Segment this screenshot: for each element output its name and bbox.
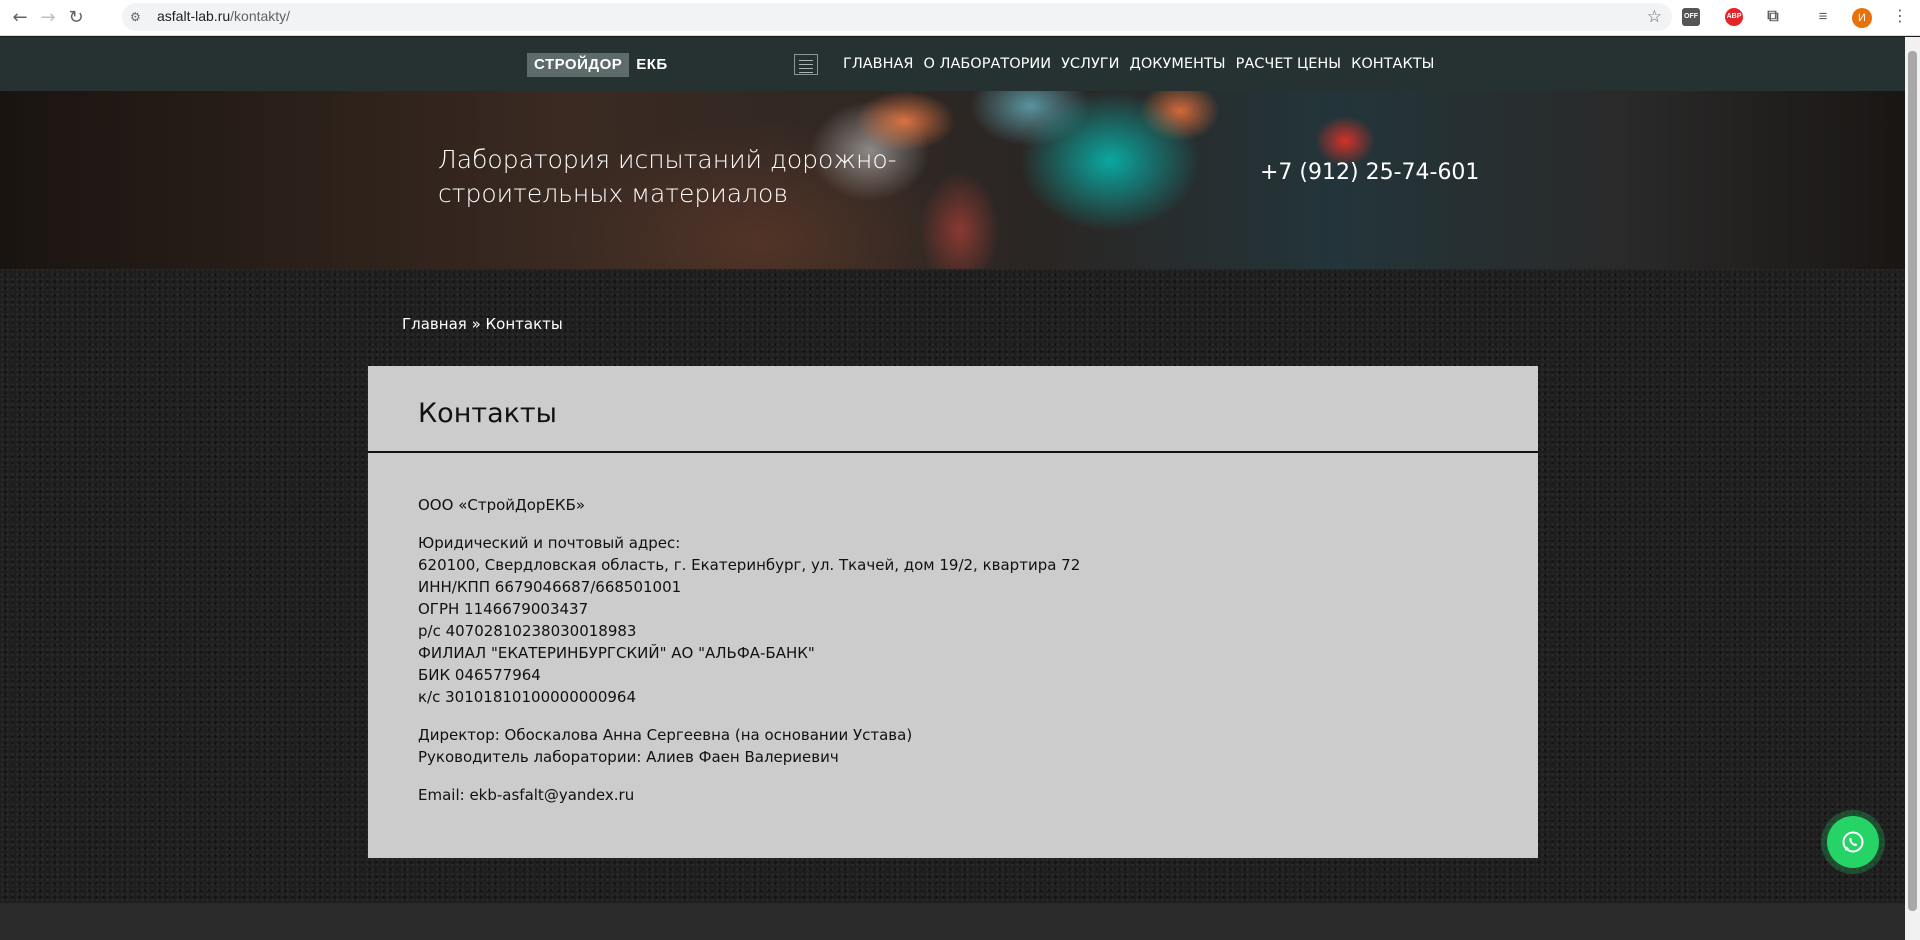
browser-toolbar: ← → ↻ ⚙ asfalt-lab.ru/kontakty/ ☆ OFF AB… bbox=[0, 0, 1920, 36]
requisite-line: ОГРН 1146679003437 bbox=[418, 600, 589, 618]
site-logo[interactable]: СТРОЙДОР ЕКБ bbox=[527, 53, 675, 77]
nav-item-home[interactable]: ГЛАВНАЯ bbox=[843, 56, 914, 72]
email-line[interactable]: Email: ekb-asfalt@yandex.ru bbox=[418, 784, 1418, 806]
logo-part-1: СТРОЙДОР bbox=[527, 53, 630, 77]
media-icon[interactable]: ≡ bbox=[1814, 8, 1832, 26]
requisite-line: ФИЛИАЛ "ЕКАТЕРИНБУРГСКИЙ" АО "АЛЬФА-БАНК… bbox=[418, 644, 815, 662]
reload-icon[interactable]: ↻ bbox=[64, 6, 88, 30]
hamburger-icon[interactable] bbox=[794, 54, 818, 75]
nav-item-about[interactable]: О ЛАБОРАТОРИИ bbox=[924, 56, 1052, 72]
scrollbar-thumb[interactable] bbox=[1908, 51, 1917, 911]
adblock-icon[interactable]: ABP bbox=[1725, 8, 1743, 26]
header-phone[interactable]: +7 (912) 25-74-601 bbox=[1260, 160, 1479, 185]
site-info-icon[interactable]: ⚙ bbox=[130, 9, 146, 25]
requisite-line: 620100, Свердловская область, г. Екатери… bbox=[418, 556, 1081, 574]
nav-item-services[interactable]: УСЛУГИ bbox=[1061, 56, 1119, 72]
nav-item-contacts[interactable]: КОНТАКТЫ bbox=[1351, 56, 1434, 72]
contacts-body: ООО «СтройДорЕКБ» Юридический и почтовый… bbox=[418, 494, 1418, 822]
requisite-line: БИК 046577964 bbox=[418, 666, 541, 684]
scrollbar[interactable] bbox=[1905, 37, 1920, 940]
breadcrumb-home[interactable]: Главная bbox=[402, 315, 467, 333]
whatsapp-icon bbox=[1827, 816, 1879, 868]
requisite-line: Юридический и почтовый адрес: bbox=[418, 534, 681, 552]
site-navbar: СТРОЙДОР ЕКБ ГЛАВНАЯ О ЛАБОРАТОРИИ УСЛУГ… bbox=[0, 37, 1905, 91]
hero-banner bbox=[0, 91, 1905, 269]
star-icon[interactable]: ☆ bbox=[1647, 7, 1662, 27]
contacts-card: Контакты ООО «СтройДорЕКБ» Юридический и… bbox=[368, 366, 1538, 858]
nav-item-price[interactable]: РАСЧЕТ ЦЕНЫ bbox=[1236, 56, 1341, 72]
url-text[interactable]: asfalt-lab.ru/kontakty/ bbox=[157, 8, 290, 24]
requisite-line: к/с 30101810100000000964 bbox=[418, 688, 636, 706]
requisites-block: Юридический и почтовый адрес: 620100, Св… bbox=[418, 532, 1418, 708]
company-name: ООО «СтройДорЕКБ» bbox=[418, 496, 586, 514]
whatsapp-button[interactable] bbox=[1821, 810, 1885, 874]
breadcrumb-separator: » bbox=[466, 315, 486, 333]
requisite-line: ИНН/КПП 6679046687/668501001 bbox=[418, 578, 682, 596]
site-footer bbox=[0, 903, 1905, 940]
requisite-line: р/с 40702810238030018983 bbox=[418, 622, 637, 640]
page-viewport: СТРОЙДОР ЕКБ ГЛАВНАЯ О ЛАБОРАТОРИИ УСЛУГ… bbox=[0, 37, 1905, 940]
hero-title: Лаборатория испытаний дорожно- строитель… bbox=[438, 143, 898, 211]
forward-icon[interactable]: → bbox=[36, 6, 60, 30]
logo-part-2: ЕКБ bbox=[636, 56, 668, 73]
back-icon[interactable]: ← bbox=[8, 6, 32, 30]
nav-item-documents[interactable]: ДОКУМЕНТЫ bbox=[1129, 56, 1225, 72]
address-bar[interactable]: ⚙ asfalt-lab.ru/kontakty/ ☆ bbox=[122, 3, 1672, 31]
extensions-icon[interactable]: ⧉ bbox=[1764, 8, 1782, 26]
contacts-card-header: Контакты bbox=[368, 366, 1538, 453]
director-line: Директор: Обоскалова Анна Сергеевна (на … bbox=[418, 726, 913, 744]
page-title: Контакты bbox=[418, 398, 557, 429]
breadcrumb: Главная » Контакты bbox=[402, 315, 563, 333]
ext-off-icon[interactable]: OFF bbox=[1682, 8, 1700, 26]
profile-avatar[interactable]: И bbox=[1852, 8, 1872, 28]
browser-menu-icon[interactable]: ⋮ bbox=[1892, 6, 1908, 25]
main-menu: ГЛАВНАЯ О ЛАБОРАТОРИИ УСЛУГИ ДОКУМЕНТЫ Р… bbox=[843, 56, 1444, 72]
lab-head-line: Руководитель лаборатории: Алиев Фаен Вал… bbox=[418, 748, 839, 766]
breadcrumb-current: Контакты bbox=[485, 315, 563, 333]
management-block: Директор: Обоскалова Анна Сергеевна (на … bbox=[418, 724, 1418, 768]
hero-title-line-1: Лаборатория испытаний дорожно- bbox=[438, 145, 897, 174]
hero-title-line-2: строительных материалов bbox=[438, 179, 788, 208]
